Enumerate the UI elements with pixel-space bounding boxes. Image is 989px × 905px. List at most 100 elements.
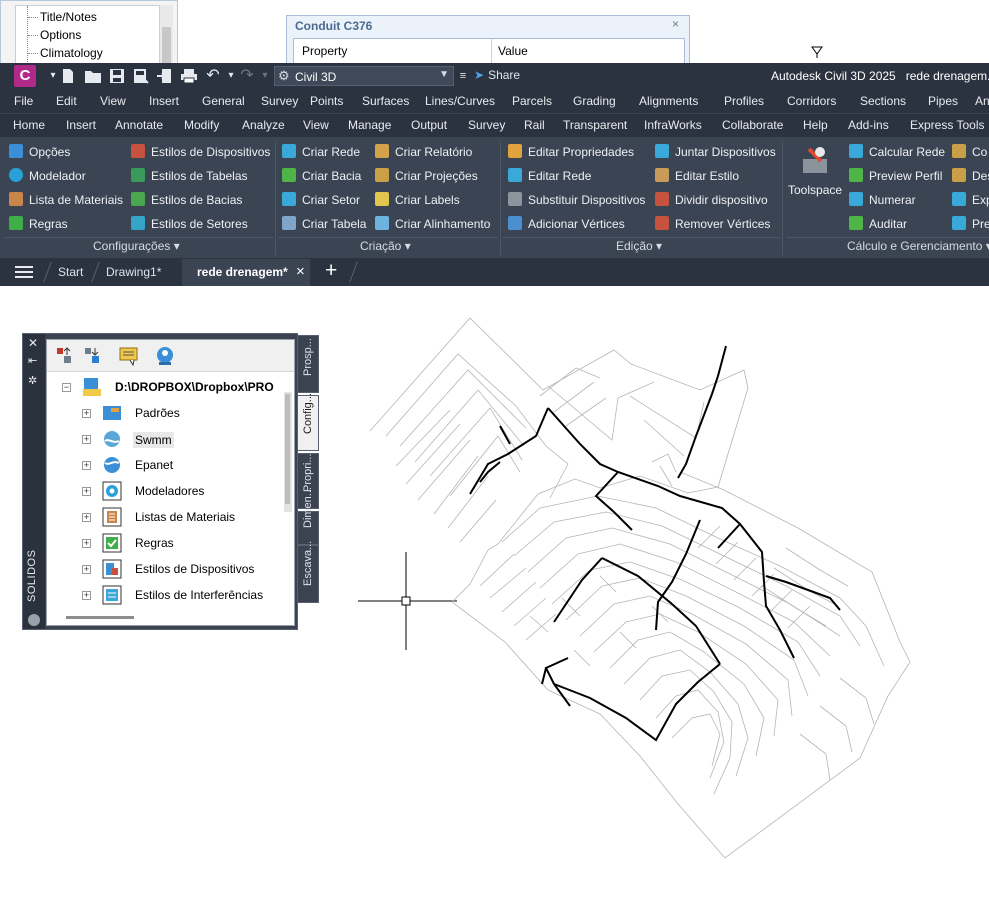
save-as-icon[interactable]: [133, 68, 149, 84]
close-icon[interactable]: ×: [672, 17, 679, 31]
new-tab-icon[interactable]: +: [325, 259, 337, 283]
tree-item-regras[interactable]: + Regras: [52, 532, 282, 554]
criar-tabela-button[interactable]: Criar Tabela: [282, 215, 366, 233]
tab-help[interactable]: Help: [803, 118, 828, 132]
menu-profiles[interactable]: Profiles: [724, 94, 764, 108]
panel-calculo-gerenciamento[interactable]: Cálculo e Gerenciamento ▾: [847, 239, 989, 253]
numerar-button[interactable]: Numerar: [849, 191, 916, 209]
export-icon[interactable]: [156, 68, 172, 84]
juntar-dispositivos-button[interactable]: Juntar Dispositivos: [655, 143, 776, 161]
tree-root[interactable]: − D:\DROPBOX\Dropbox\PRO: [52, 376, 282, 398]
new-file-icon[interactable]: [60, 68, 76, 84]
palette-close-icon[interactable]: ✕: [28, 336, 38, 350]
column-property[interactable]: Property: [302, 44, 347, 58]
move-down-icon[interactable]: [82, 345, 104, 367]
menu-parcels[interactable]: Parcels: [512, 94, 552, 108]
exp-button[interactable]: Exp: [952, 191, 989, 209]
collapse-icon[interactable]: −: [62, 383, 71, 392]
palette-title-strip[interactable]: ✕ ⇤ ✲ SOLIDOS: [23, 334, 45, 629]
criar-setor-button[interactable]: Criar Setor: [282, 191, 360, 209]
criar-projecoes-button[interactable]: Criar Projeções: [375, 167, 478, 185]
menu-surfaces[interactable]: Surfaces: [362, 94, 409, 108]
tab-insert[interactable]: Insert: [66, 118, 96, 132]
criar-rede-button[interactable]: Criar Rede: [282, 143, 360, 161]
redo-dropdown-icon[interactable]: ▾: [256, 67, 274, 85]
toolspace-button[interactable]: Toolspace: [788, 145, 842, 197]
hamburger-menu-icon[interactable]: [15, 265, 33, 279]
redo-icon[interactable]: ↷: [238, 67, 256, 85]
lista-materiais-button[interactable]: Lista de Materiais: [9, 191, 123, 209]
help-globe-icon[interactable]: [154, 345, 176, 367]
substituir-dispositivos-button[interactable]: Substituir Dispositivos: [508, 191, 645, 209]
calcular-rede-button[interactable]: Calcular Rede: [849, 143, 945, 161]
regras-button[interactable]: Regras: [9, 215, 68, 233]
tab-express-tools[interactable]: Express Tools: [910, 118, 984, 132]
menu-edit[interactable]: Edit: [56, 94, 77, 108]
column-value[interactable]: Value: [498, 44, 528, 58]
expand-icon[interactable]: +: [82, 435, 91, 444]
tab-transparent[interactable]: Transparent: [563, 118, 627, 132]
menu-an[interactable]: An: [975, 94, 989, 108]
editar-rede-button[interactable]: Editar Rede: [508, 167, 591, 185]
menu-general[interactable]: General: [202, 94, 245, 108]
palette-properties-icon[interactable]: ✲: [28, 374, 37, 387]
tree-item-title-notes[interactable]: Title/Notes: [40, 10, 97, 24]
estilos-tabelas-button[interactable]: Estilos de Tabelas: [131, 167, 248, 185]
tab-collaborate[interactable]: Collaborate: [722, 118, 783, 132]
tab-survey[interactable]: Survey: [468, 118, 505, 132]
expand-icon[interactable]: +: [82, 565, 91, 574]
menu-points[interactable]: Points: [310, 94, 343, 108]
tree-item-padroes[interactable]: + Padrões: [52, 402, 282, 424]
expand-icon[interactable]: +: [82, 409, 91, 418]
dividir-dispositivo-button[interactable]: Dividir dispositivo: [655, 191, 768, 209]
panel-edicao[interactable]: Edição ▾: [616, 239, 662, 253]
tab-home[interactable]: Home: [13, 118, 45, 132]
adicionar-vertices-button[interactable]: Adicionar Vértices: [508, 215, 625, 233]
open-folder-icon[interactable]: [84, 68, 102, 84]
undo-icon[interactable]: ↶: [204, 67, 222, 85]
criar-relatorio-button[interactable]: Criar Relatório: [375, 143, 472, 161]
estilos-setores-button[interactable]: Estilos de Setores: [131, 215, 248, 233]
menu-survey[interactable]: Survey: [261, 94, 298, 108]
menu-pipes[interactable]: Pipes: [928, 94, 958, 108]
tab-view[interactable]: View: [303, 118, 329, 132]
editar-propriedades-button[interactable]: Editar Propriedades: [508, 143, 634, 161]
criar-alinhamento-button[interactable]: Criar Alinhamento: [375, 215, 490, 233]
tree-item-estilos-dispositivos[interactable]: + Estilos de Dispositivos: [52, 558, 282, 580]
workspace-select[interactable]: ⚙ Civil 3D ▼: [274, 66, 454, 86]
move-up-icon[interactable]: [54, 345, 76, 367]
expand-icon[interactable]: +: [82, 539, 91, 548]
opcoes-button[interactable]: Opções: [9, 143, 70, 161]
tab-annotate[interactable]: Annotate: [115, 118, 163, 132]
menu-file[interactable]: File: [14, 94, 33, 108]
tree-item-modeladores[interactable]: + Modeladores: [52, 480, 282, 502]
drawing-canvas[interactable]: [300, 286, 989, 905]
criar-bacia-button[interactable]: Criar Bacia: [282, 167, 361, 185]
palette-menu-icon[interactable]: [27, 613, 41, 627]
print-icon[interactable]: [180, 68, 198, 84]
tree-item-options[interactable]: Options: [40, 28, 81, 42]
tab-start[interactable]: Start: [58, 265, 83, 279]
tab-add-ins[interactable]: Add-ins: [848, 118, 889, 132]
palette-horizontal-scrollbar[interactable]: [66, 616, 134, 619]
comment-icon[interactable]: [118, 345, 140, 367]
criar-labels-button[interactable]: Criar Labels: [375, 191, 460, 209]
expand-icon[interactable]: +: [82, 513, 91, 522]
expand-icon[interactable]: +: [82, 461, 91, 470]
tab-output[interactable]: Output: [411, 118, 447, 132]
customize-toolbar-icon[interactable]: ≡: [454, 67, 472, 85]
tree-item-climatology[interactable]: Climatology: [40, 46, 103, 60]
des-button[interactable]: Des: [952, 167, 989, 185]
share-button[interactable]: ➤ Share: [474, 68, 520, 82]
expand-icon[interactable]: +: [82, 591, 91, 600]
menu-insert[interactable]: Insert: [149, 94, 179, 108]
expand-icon[interactable]: +: [82, 487, 91, 496]
estilos-bacias-button[interactable]: Estilos de Bacias: [131, 191, 242, 209]
tree-item-estilos-interferencias[interactable]: + Estilos de Interferências: [52, 584, 282, 606]
co-button[interactable]: Co: [952, 143, 987, 161]
menu-view[interactable]: View: [100, 94, 126, 108]
tab-rail[interactable]: Rail: [524, 118, 545, 132]
menu-lines-curves[interactable]: Lines/Curves: [425, 94, 495, 108]
tab-manage[interactable]: Manage: [348, 118, 391, 132]
tab-analyze[interactable]: Analyze: [242, 118, 285, 132]
